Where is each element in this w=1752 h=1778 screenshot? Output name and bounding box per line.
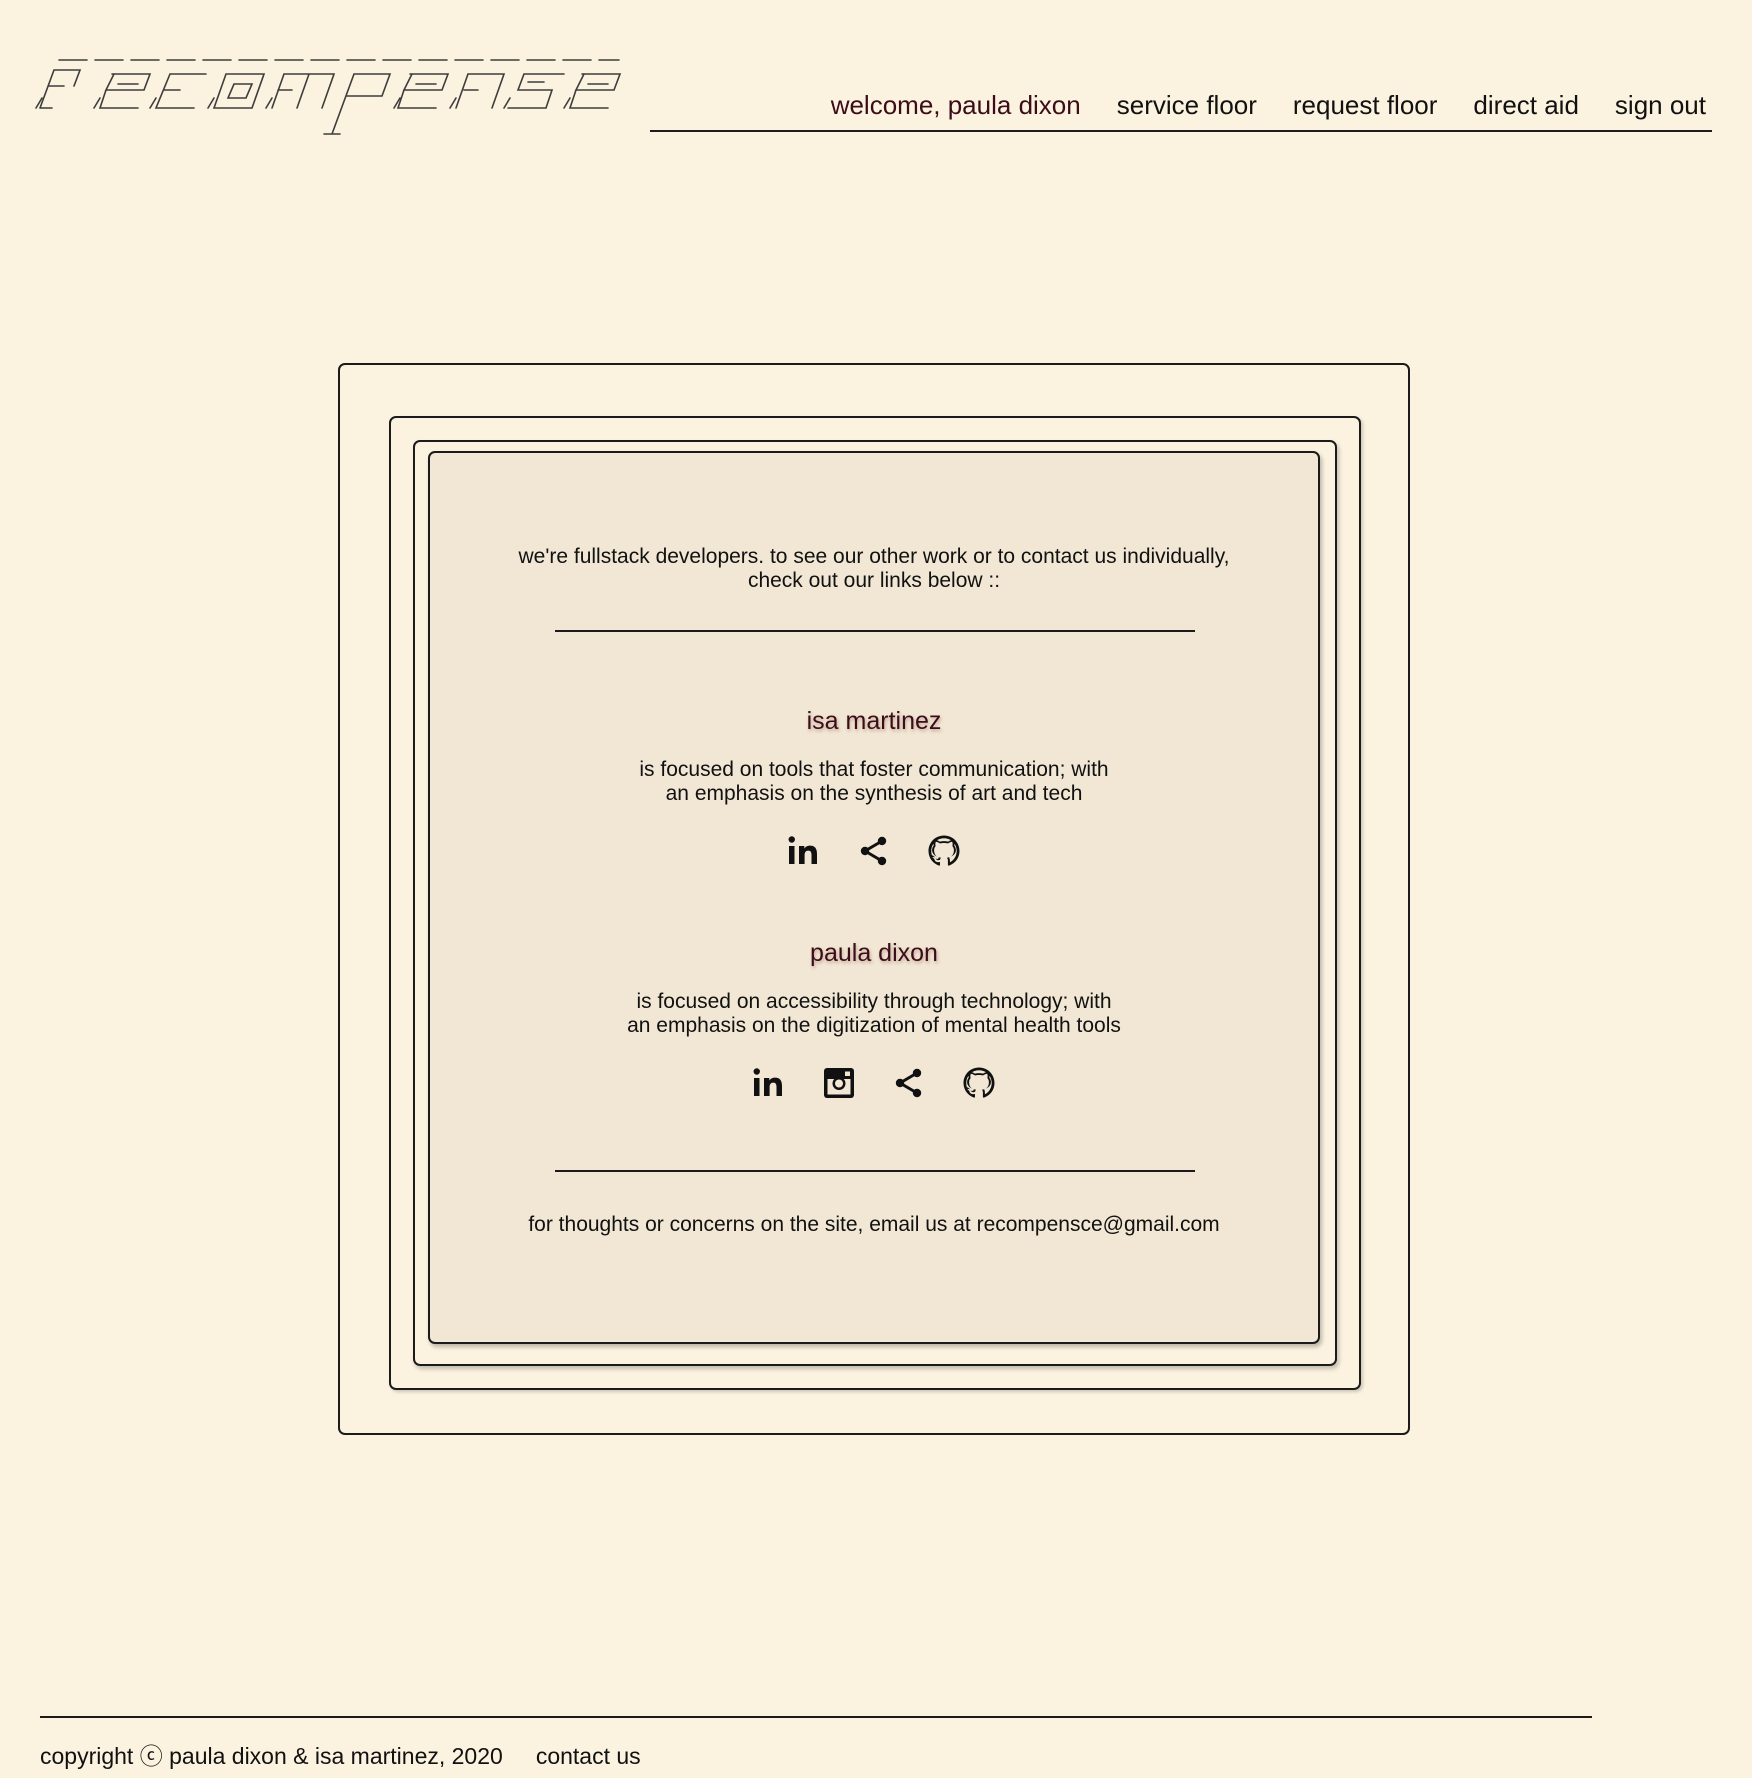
instagram-icon[interactable]	[821, 1065, 857, 1101]
footer-divider	[40, 1716, 1592, 1718]
developer-name: isa martinez	[806, 707, 942, 735]
copyright-text: copyright ⓒ paula dixon & isa martinez, …	[40, 1743, 503, 1769]
share-icon[interactable]	[856, 833, 892, 869]
github-icon[interactable]	[961, 1065, 997, 1101]
developer-name: paula dixon	[810, 939, 938, 967]
about-card: we're fullstack developers. to see our o…	[428, 451, 1320, 1344]
nav-service-floor[interactable]: service floor	[1117, 90, 1257, 120]
welcome-text: welcome, paula dixon	[830, 90, 1081, 120]
contact-email-text: for thoughts or concerns on the site, em…	[528, 1213, 1220, 1236]
nav-sign-out[interactable]: sign out	[1615, 90, 1706, 120]
intro-text: we're fullstack developers. to see our o…	[518, 545, 1230, 592]
footer: copyright ⓒ paula dixon & isa martinez, …	[40, 1742, 641, 1770]
nav-request-floor[interactable]: request floor	[1293, 90, 1438, 120]
github-icon[interactable]	[926, 833, 962, 869]
contact-us-link[interactable]: contact us	[536, 1742, 641, 1770]
developer-description: is focused on accessibility through tech…	[627, 990, 1121, 1037]
linkedin-icon[interactable]	[786, 833, 822, 869]
divider-top	[555, 630, 1195, 632]
linkedin-icon[interactable]	[751, 1065, 787, 1101]
developer-links	[430, 1065, 1318, 1101]
divider-bottom	[555, 1170, 1195, 1172]
developer-description: is focused on tools that foster communic…	[639, 758, 1109, 805]
nav-direct-aid[interactable]: direct aid	[1473, 90, 1579, 120]
share-icon[interactable]	[891, 1065, 927, 1101]
developer-links	[430, 833, 1318, 869]
nav-links: welcome, paula dixon service floor reque…	[831, 90, 1706, 120]
top-nav: welcome, paula dixon service floor reque…	[650, 86, 1712, 132]
site-logo[interactable]	[34, 56, 624, 142]
